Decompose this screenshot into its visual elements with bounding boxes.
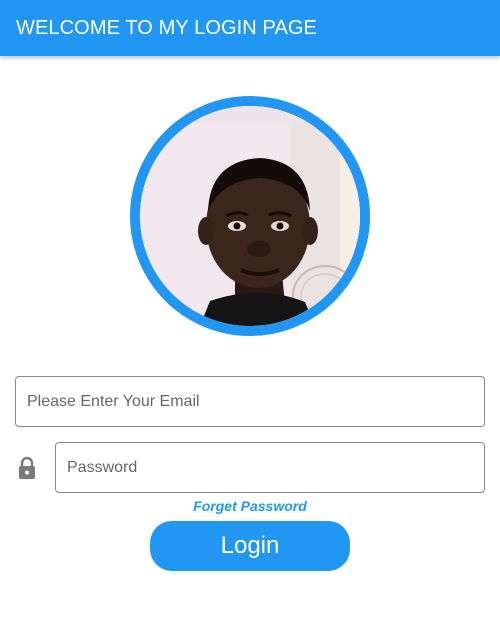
login-screen: WELCOME TO MY LOGIN PAGE Please Enter Yo… [0,0,500,640]
profile-avatar [140,106,360,326]
email-field[interactable] [15,376,485,427]
app-bar: WELCOME TO MY LOGIN PAGE [0,0,500,56]
email-input[interactable] [16,377,484,426]
avatar-photo [140,106,360,326]
app-bar-title: WELCOME TO MY LOGIN PAGE [16,16,317,39]
login-button[interactable]: Login [150,521,350,571]
profile-avatar-ring [130,96,370,336]
forget-password-link[interactable]: Forget Password [0,498,500,514]
password-field[interactable] [55,442,485,493]
lock-icon [19,456,35,479]
password-input[interactable] [56,443,484,492]
